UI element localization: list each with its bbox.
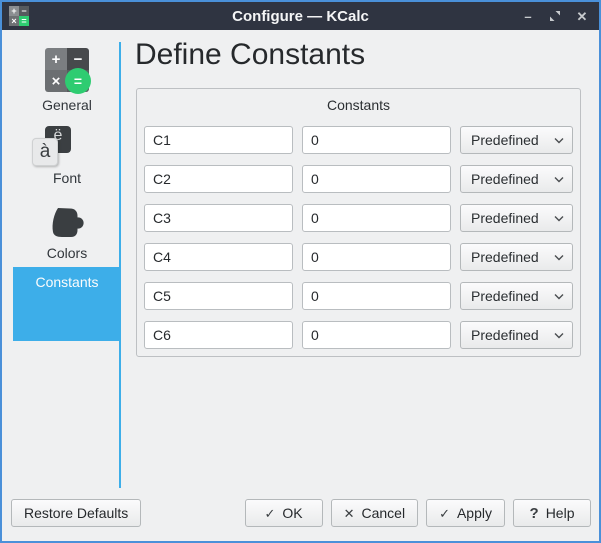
constant-value-input[interactable] — [302, 126, 451, 154]
constants-rows: Predefined Predefined — [144, 126, 573, 349]
dropdown-value: Predefined — [471, 132, 539, 148]
sidebar-item-label: Font — [13, 170, 121, 186]
dialog-body: + − × = General ë à Font Colors — [2, 30, 599, 541]
sidebar-item-general[interactable]: + − × = General — [13, 48, 121, 112]
sidebar-item-constants[interactable]: Constants — [13, 267, 121, 341]
chevron-down-icon — [554, 332, 564, 339]
cancel-button[interactable]: ✕ Cancel — [331, 499, 419, 527]
maximize-icon — [549, 10, 561, 22]
kcalc-app-icon: + − × = — [9, 6, 29, 26]
button-label: OK — [282, 505, 302, 521]
calc-plus-glyph: + — [9, 6, 19, 16]
sidebar-item-font[interactable]: ë à Font — [13, 126, 121, 184]
apply-button[interactable]: ✓ Apply — [426, 499, 505, 527]
constant-mode-dropdown[interactable]: Predefined — [460, 282, 573, 310]
constant-name-input[interactable] — [144, 126, 293, 154]
constant-row: Predefined — [144, 321, 573, 349]
check-icon: ✓ — [439, 507, 450, 520]
constant-value-input[interactable] — [302, 282, 451, 310]
constant-row: Predefined — [144, 165, 573, 193]
dropdown-value: Predefined — [471, 249, 539, 265]
constant-name-input[interactable] — [144, 282, 293, 310]
constant-row: Predefined — [144, 282, 573, 310]
constant-name-input[interactable] — [144, 165, 293, 193]
minimize-button[interactable]: – — [521, 9, 535, 23]
maximize-button[interactable] — [548, 9, 562, 23]
constant-mode-dropdown[interactable]: Predefined — [460, 126, 573, 154]
constant-value-input[interactable] — [302, 165, 451, 193]
help-button[interactable]: ? Help — [513, 499, 591, 527]
close-button[interactable]: ✕ — [575, 9, 589, 23]
constant-row: Predefined — [144, 243, 573, 271]
plus-glyph: + — [45, 48, 67, 70]
dialog-button-box: ✓ OK ✕ Cancel ✓ Apply ? Help — [245, 499, 591, 527]
chevron-down-icon — [554, 137, 564, 144]
ok-button[interactable]: ✓ OK — [245, 499, 323, 527]
constant-value-input[interactable] — [302, 243, 451, 271]
check-icon: ✓ — [264, 507, 275, 520]
chevron-down-icon — [554, 293, 564, 300]
constant-value-input[interactable] — [302, 204, 451, 232]
sidebar-item-colors[interactable]: Colors — [13, 207, 121, 259]
constant-row: Predefined — [144, 126, 573, 154]
chevron-down-icon — [554, 176, 564, 183]
page-title: Define Constants — [135, 38, 365, 72]
sidebar: + − × = General ë à Font Colors — [2, 42, 121, 488]
restore-defaults-button[interactable]: Restore Defaults — [11, 499, 141, 527]
colors-icon — [50, 207, 84, 238]
equals-circle-icon: = — [65, 68, 91, 94]
constant-mode-dropdown[interactable]: Predefined — [460, 165, 573, 193]
times-glyph: × — [45, 70, 67, 92]
configure-dialog: + − × = Configure — KCalc – ✕ + − × — [0, 0, 601, 543]
minus-glyph: − — [67, 48, 89, 70]
groupbox-title: Constants — [137, 97, 580, 113]
sidebar-item-label: Colors — [13, 245, 121, 261]
chevron-down-icon — [554, 254, 564, 261]
constants-groupbox: Constants Predefined P — [136, 88, 581, 357]
constant-mode-dropdown[interactable]: Predefined — [460, 243, 573, 271]
main-panel: Define Constants Constants Predefined — [123, 30, 599, 541]
sidebar-item-label: General — [13, 97, 121, 113]
constant-mode-dropdown[interactable]: Predefined — [460, 204, 573, 232]
calc-times-glyph: × — [9, 16, 19, 26]
button-label: Apply — [457, 505, 492, 521]
cross-icon: ✕ — [344, 507, 355, 520]
button-label: Help — [546, 505, 575, 521]
dropdown-value: Predefined — [471, 171, 539, 187]
titlebar[interactable]: + − × = Configure — KCalc – ✕ — [2, 2, 599, 30]
dropdown-value: Predefined — [471, 210, 539, 226]
question-icon: ? — [530, 506, 539, 521]
window-controls: – ✕ — [521, 9, 589, 23]
constant-name-input[interactable] — [144, 204, 293, 232]
sidebar-item-label: Constants — [13, 274, 121, 290]
constant-row: Predefined — [144, 204, 573, 232]
calc-equals-glyph: = — [19, 16, 29, 26]
dropdown-value: Predefined — [471, 327, 539, 343]
window-title: Configure — KCalc — [2, 8, 599, 25]
constant-value-input[interactable] — [302, 321, 451, 349]
font-icon: à — [32, 138, 58, 166]
dropdown-value: Predefined — [471, 288, 539, 304]
button-label: Cancel — [361, 505, 405, 521]
calc-minus-glyph: − — [19, 6, 29, 16]
constant-name-input[interactable] — [144, 321, 293, 349]
constant-name-input[interactable] — [144, 243, 293, 271]
chevron-down-icon — [554, 215, 564, 222]
constant-mode-dropdown[interactable]: Predefined — [460, 321, 573, 349]
